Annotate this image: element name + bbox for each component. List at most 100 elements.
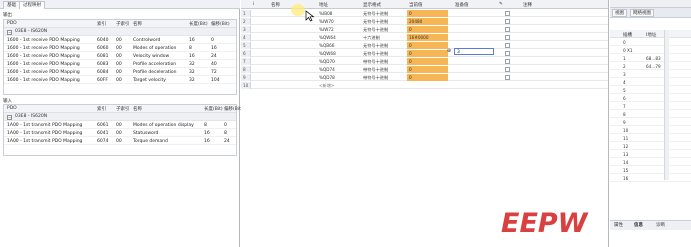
slot-number: 7	[623, 103, 626, 109]
pdo-name: 1600 - 1st receive PDO Mapping	[7, 69, 80, 75]
prepared-value-input[interactable]: 3	[454, 48, 494, 55]
slot-table-scrollbar[interactable]	[664, 30, 669, 180]
row-checkbox[interactable]	[505, 35, 510, 40]
format-cell[interactable]: 带符号十进制	[363, 75, 388, 81]
row-number[interactable]: 2	[241, 18, 251, 25]
pdo-row[interactable]: 1A00 - 1st transmit PDO Mapping 6074 00 Tor…	[4, 137, 236, 145]
row-checkbox[interactable]	[505, 75, 510, 80]
row-number[interactable]: 9	[241, 74, 251, 81]
slot-row[interactable]: 3	[610, 70, 691, 78]
pdo-subindex: 00	[116, 138, 122, 144]
slot-row[interactable]: 2 64...79	[610, 62, 691, 70]
format-cell[interactable]: 带符号十进制	[363, 67, 388, 73]
row-number[interactable]: 10	[241, 82, 251, 89]
slot-row[interactable]: 5	[610, 86, 691, 94]
slot-row[interactable]: 9	[610, 118, 691, 126]
watch-row[interactable]: 5 %QB66 无符号十进制 0	[241, 42, 608, 49]
format-cell[interactable]: 无符号十进制	[363, 11, 388, 17]
watermark-text: EEPW	[501, 208, 589, 239]
pdo-row[interactable]: 1600 - 1st receive PDO Mapping 6040 00 Cont…	[4, 36, 236, 44]
pdo-row[interactable]: 1600 - 1st receive PDO Mapping 6084 00 Prof…	[4, 68, 236, 76]
slot-row[interactable]: 11	[610, 134, 691, 142]
collapse-icon[interactable]: −	[7, 114, 12, 120]
slot-row[interactable]: 7	[610, 102, 691, 110]
watch-row[interactable]: 9 %QD78 带符号十进制 0	[241, 74, 608, 81]
collapse-icon[interactable]: −	[7, 29, 12, 35]
tab-diagnostics[interactable]: 诊断	[654, 222, 667, 230]
pdo-row[interactable]: 1600 - 1st receive PDO Mapping 6060 00 Mode…	[4, 44, 236, 52]
col-index: 索引	[97, 22, 106, 27]
row-checkbox[interactable]	[505, 51, 510, 56]
row-marker-icon: i	[253, 1, 255, 7]
row-number-text: 4	[243, 35, 246, 40]
watch-row[interactable]: 8 %QD74 带符号十进制 0	[241, 66, 608, 73]
pdo-length: 16	[189, 53, 195, 59]
format-cell[interactable]: 十六进制	[363, 35, 380, 41]
current-value-cell	[407, 74, 448, 81]
current-value: 0	[409, 75, 412, 80]
row-number[interactable]: 1	[241, 10, 251, 17]
format-cell[interactable]: 带符号十进制	[363, 59, 388, 65]
row-checkbox[interactable]	[505, 27, 510, 32]
input-group-row[interactable]: − 03E8 - IS620N	[4, 113, 236, 121]
slot-number: 11	[623, 135, 629, 141]
current-value: 0	[409, 67, 412, 72]
row-checkbox[interactable]	[505, 67, 510, 72]
row-checkbox[interactable]	[505, 19, 510, 24]
row-number[interactable]: 8	[241, 66, 251, 73]
slot-row[interactable]: 10	[610, 126, 691, 134]
row-number[interactable]: 5	[241, 42, 251, 49]
format-cell[interactable]: 无符号十进制	[363, 19, 388, 25]
slot-row[interactable]: 8	[610, 110, 691, 118]
watch-row[interactable]: 2 %IW70 无符号十进制 20480	[241, 18, 608, 25]
format-cell[interactable]: 无符号十进制	[363, 43, 388, 49]
slot-row[interactable]: 12	[610, 142, 691, 150]
slot-row[interactable]: 4	[610, 78, 691, 86]
pdo-index: 6061	[97, 122, 109, 128]
format-cell[interactable]: 无符号十进制	[363, 27, 388, 33]
slot-row[interactable]: 1 68...83	[610, 54, 691, 62]
pdo-row[interactable]: 1600 - 1st receive PDO Mapping 60FF 00 Targ…	[4, 76, 236, 84]
tab-info[interactable]: 信息	[632, 222, 645, 230]
row-number-text: 5	[243, 43, 246, 48]
tab-network-view[interactable]: 网络视图	[630, 9, 654, 17]
edit-value-icon[interactable]: ⊕	[445, 48, 453, 55]
watch-row[interactable]: 4 %QW64 十六进制 16#0000	[241, 34, 608, 41]
output-grid-header: PDO 索引 子索引 名称 长度(Bit) 偏移(Bit)	[4, 20, 236, 28]
row-checkbox[interactable]	[505, 43, 510, 48]
watch-row[interactable]: 7 %QD70 带符号十进制 0	[241, 58, 608, 65]
slot-row[interactable]: 0 X1	[610, 46, 691, 54]
slot-i-address: 68...83	[646, 55, 661, 61]
tab-basic[interactable]: 基础	[3, 1, 20, 9]
slot-row[interactable]: 16	[610, 174, 691, 182]
pdo-row[interactable]: 1600 - 1st receive PDO Mapping 6081 00 Velo…	[4, 52, 236, 60]
slot-row[interactable]: 14	[610, 158, 691, 166]
row-number[interactable]: 4	[241, 34, 251, 41]
left-tab-bar: 基础 过程映射	[0, 0, 240, 9]
slot-i-address: 64...79	[646, 63, 661, 69]
tab-view[interactable]: 视图	[612, 9, 627, 17]
slot-row[interactable]: 13	[610, 150, 691, 158]
row-checkbox[interactable]	[505, 59, 510, 64]
slot-row[interactable]: 15	[610, 166, 691, 174]
pdo-offset: 40	[211, 61, 217, 67]
tab-process-image[interactable]: 过程映射	[19, 1, 45, 9]
row-number[interactable]: 6	[241, 50, 251, 57]
watch-row[interactable]: 3 %IW72 无符号十进制 0	[241, 26, 608, 33]
output-group-row[interactable]: − 03E8 - IS620N	[4, 28, 236, 36]
row-checkbox[interactable]	[505, 11, 510, 16]
pdo-row[interactable]: 1600 - 1st receive PDO Mapping 6083 00 Prof…	[4, 60, 236, 68]
pdo-row[interactable]: 1A00 - 1st transmit PDO Mapping 6041 00 Sta…	[4, 129, 236, 137]
pdo-row[interactable]: 1A00 - 1st transmit PDO Mapping 6061 00 Mod…	[4, 121, 236, 129]
tab-properties[interactable]: 属性	[612, 222, 625, 230]
address-cell: %IB08	[319, 11, 333, 16]
row-number[interactable]: 7	[241, 58, 251, 65]
pdo-offset: 16	[211, 45, 217, 51]
format-cell[interactable]: 无符号十进制	[363, 51, 388, 57]
watch-row[interactable]: 6 %QW68 无符号十进制 0	[241, 50, 608, 57]
pdo-subindex: 00	[116, 53, 122, 59]
row-number[interactable]: 3	[241, 26, 251, 33]
slot-row[interactable]: 0	[610, 38, 691, 46]
watch-row[interactable]: 10 <新增>	[241, 82, 608, 89]
slot-row[interactable]: 6	[610, 94, 691, 102]
